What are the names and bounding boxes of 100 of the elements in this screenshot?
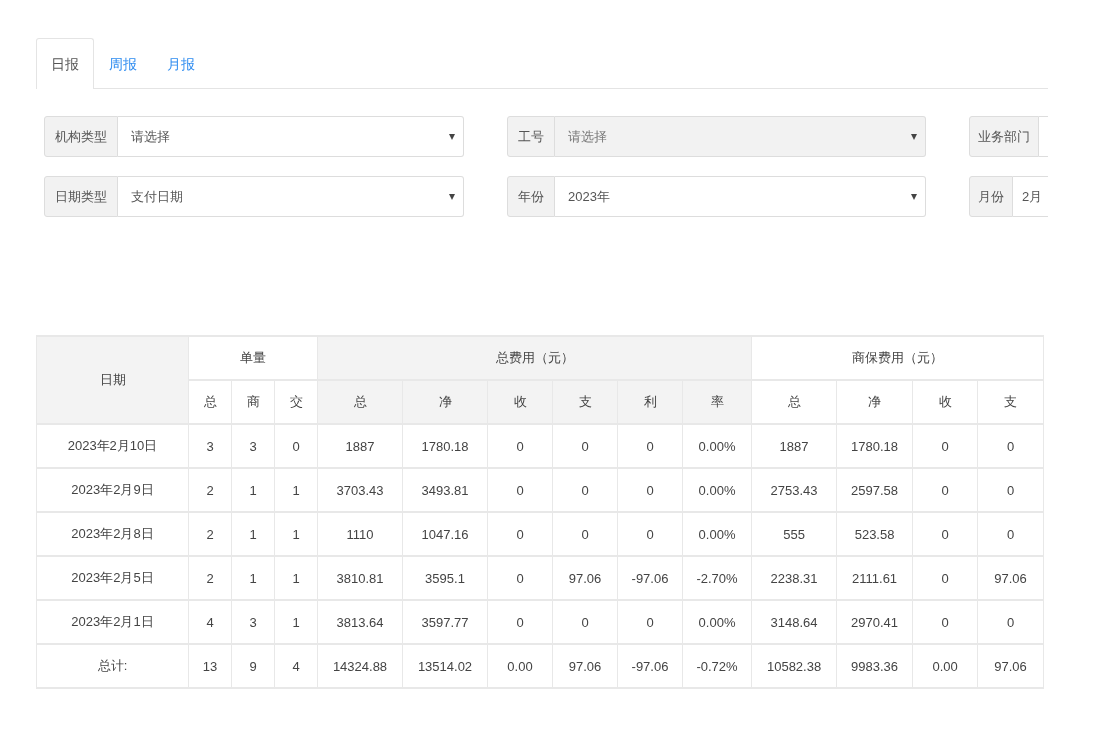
table-cell: 0.00 [912, 644, 978, 688]
table-cell: 3493.81 [402, 468, 488, 512]
table-cell: 0 [617, 512, 683, 556]
table-cell: 0 [487, 424, 553, 468]
table-cell: 4 [188, 600, 232, 644]
column-header: 总 [317, 380, 403, 424]
select-field[interactable]: 支付日期 [118, 176, 464, 217]
caret-icon [449, 193, 455, 200]
table-cell: 2597.58 [836, 468, 913, 512]
table-cell: 3597.77 [402, 600, 488, 644]
select-field[interactable]: 2023年 [555, 176, 926, 217]
report-tab[interactable]: 日报 [36, 38, 94, 89]
table-cell: 0 [977, 424, 1044, 468]
table-cell: 1780.18 [402, 424, 488, 468]
column-header: 支 [977, 380, 1044, 424]
field-label: 年份 [507, 176, 555, 217]
table-cell: 9983.36 [836, 644, 913, 688]
table-cell: 555 [751, 512, 837, 556]
table-cell: 0 [487, 468, 553, 512]
table-cell: 3 [231, 424, 275, 468]
table-cell: 3 [188, 424, 232, 468]
table-cell: 4 [274, 644, 318, 688]
table-cell: 0 [617, 424, 683, 468]
table-cell: 1110 [317, 512, 403, 556]
table-cell: 0.00 [487, 644, 553, 688]
table-cell: 0 [552, 468, 618, 512]
table-cell: 523.58 [836, 512, 913, 556]
table-cell: 97.06 [977, 644, 1044, 688]
table-cell: 0 [552, 424, 618, 468]
table-cell: -97.06 [617, 644, 683, 688]
table-cell: -97.06 [617, 556, 683, 600]
table-cell: 2111.61 [836, 556, 913, 600]
table-cell: 1 [274, 600, 318, 644]
table-cell: 9 [231, 644, 275, 688]
table-cell: -2.70% [682, 556, 752, 600]
table-cell: 0.00% [682, 512, 752, 556]
table-cell: 0 [617, 600, 683, 644]
table-cell: 0 [977, 512, 1044, 556]
caret-icon [911, 193, 917, 200]
table-cell: 2 [188, 512, 232, 556]
table-cell: 10582.38 [751, 644, 837, 688]
table-cell: 97.06 [552, 644, 618, 688]
column-header: 净 [402, 380, 488, 424]
field-label: 工号 [507, 116, 555, 157]
table-cell: 2023年2月10日 [36, 424, 189, 468]
table-cell: 0 [977, 468, 1044, 512]
group-header: 单量 [188, 336, 318, 380]
table-cell: 0.00% [682, 600, 752, 644]
column-header: 收 [487, 380, 553, 424]
table-cell: 2970.41 [836, 600, 913, 644]
column-header: 收 [912, 380, 978, 424]
table-cell: -0.72% [682, 644, 752, 688]
table-cell: 1 [274, 556, 318, 600]
table-cell: 3703.43 [317, 468, 403, 512]
report-tab[interactable]: 月报 [152, 38, 210, 89]
table-cell: 0 [487, 512, 553, 556]
group-header: 商保费用（元） [751, 336, 1044, 380]
table-cell: 0 [912, 424, 978, 468]
report-tab[interactable]: 周报 [94, 38, 152, 89]
select-field[interactable]: 请选择 [118, 116, 464, 157]
table-cell: 1 [274, 468, 318, 512]
table-cell: 0 [912, 556, 978, 600]
field-label: 机构类型 [44, 116, 118, 157]
table-cell: 3813.64 [317, 600, 403, 644]
column-header: 利 [617, 380, 683, 424]
caret-icon [449, 133, 455, 140]
table-cell: 0.00% [682, 468, 752, 512]
table-cell: 3 [231, 600, 275, 644]
table-cell: 3810.81 [317, 556, 403, 600]
table-cell: 0 [912, 468, 978, 512]
table-cell: 2023年2月5日 [36, 556, 189, 600]
column-header: 率 [682, 380, 752, 424]
table-cell: 0 [617, 468, 683, 512]
table-cell: 0 [912, 512, 978, 556]
table-cell: 0 [487, 600, 553, 644]
table-cell: 0 [912, 600, 978, 644]
table-cell: 0 [977, 600, 1044, 644]
field-label: 月份 [969, 176, 1013, 217]
select-field[interactable]: 2月 [1013, 176, 1048, 217]
column-header: 总 [188, 380, 232, 424]
table-cell: 1 [231, 556, 275, 600]
table-cell: 0 [552, 512, 618, 556]
table-cell: 2023年2月9日 [36, 468, 189, 512]
table-cell: 1 [274, 512, 318, 556]
table-cell: 1887 [317, 424, 403, 468]
table-cell: 2023年2月1日 [36, 600, 189, 644]
table-cell: 1 [231, 468, 275, 512]
column-header: 商 [231, 380, 275, 424]
table-cell: 1047.16 [402, 512, 488, 556]
table-cell: 2238.31 [751, 556, 837, 600]
column-header: 净 [836, 380, 913, 424]
table-cell: 1780.18 [836, 424, 913, 468]
table-cell: 0 [552, 600, 618, 644]
table-cell: 3148.64 [751, 600, 837, 644]
field-label: 日期类型 [44, 176, 118, 217]
column-header: 总 [751, 380, 837, 424]
field-label: 业务部门 [969, 116, 1039, 157]
column-header: 日期 [36, 336, 189, 424]
table-cell: 0.00% [682, 424, 752, 468]
table-cell: 97.06 [552, 556, 618, 600]
